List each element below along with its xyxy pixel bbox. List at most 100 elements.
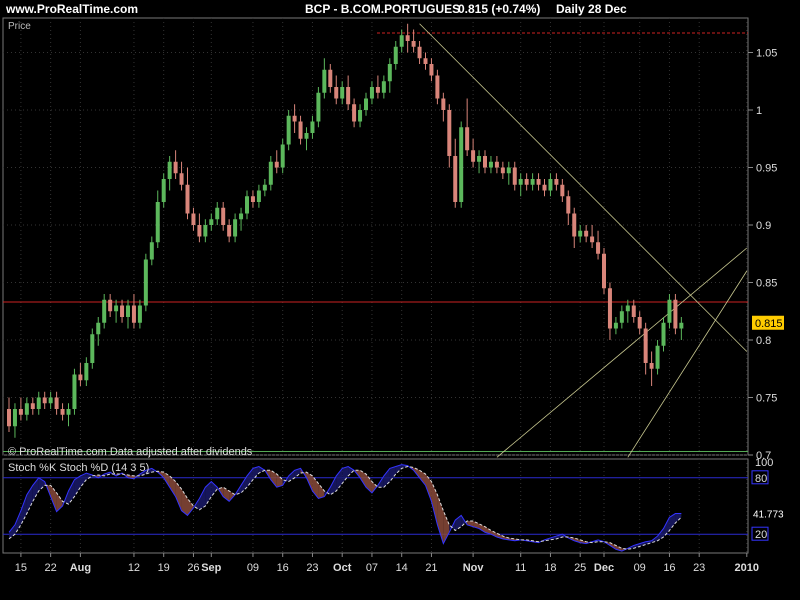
stoch-last-value: 41.773 xyxy=(753,510,784,521)
stoch-tick-label: 100 xyxy=(755,457,773,469)
candle-body xyxy=(334,87,339,99)
candle-body xyxy=(649,363,654,369)
y-tick-label: 0.75 xyxy=(756,393,777,405)
y-tick-label: 0.95 xyxy=(756,163,777,175)
candle-body xyxy=(637,317,642,329)
candle-body xyxy=(625,305,630,312)
x-tick-label: 21 xyxy=(425,562,437,574)
candle-body xyxy=(66,409,71,415)
x-tick-label: Aug xyxy=(70,562,91,574)
candle-body xyxy=(233,219,238,237)
candle-body xyxy=(280,144,285,168)
candle-body xyxy=(250,196,255,202)
x-tick-label: 2010 xyxy=(735,562,759,574)
x-tick-label: 23 xyxy=(306,562,318,574)
candle-body xyxy=(292,115,297,122)
candle-body xyxy=(661,322,666,346)
candle-body xyxy=(137,305,142,323)
candle-body xyxy=(298,121,303,139)
candle-body xyxy=(465,127,470,151)
candle-body xyxy=(173,161,178,174)
candle-body xyxy=(161,179,166,202)
x-tick-label: Sep xyxy=(201,562,221,574)
candle-body xyxy=(417,46,422,59)
candle-body xyxy=(578,230,583,237)
candle-body xyxy=(488,161,493,168)
x-tick-label: 07 xyxy=(366,562,378,574)
candle-body xyxy=(477,156,482,162)
candle-body xyxy=(90,334,95,363)
candle-body xyxy=(483,156,487,168)
x-axis: 15 22 Aug 12 19 26 Sep 09 16 23 Oct 07 14 21 Nov 11 18 25… xyxy=(15,553,759,574)
x-tick-label: 09 xyxy=(247,562,259,574)
y-tick-label: 0.85 xyxy=(756,278,777,290)
candle-body xyxy=(245,196,249,214)
candle-body xyxy=(536,179,541,185)
candle-body xyxy=(560,184,565,197)
candle-body xyxy=(191,213,196,225)
candle-body xyxy=(572,213,577,237)
candle-body xyxy=(542,184,547,191)
candle-body xyxy=(203,225,208,237)
candle-body xyxy=(679,322,684,329)
candle-body xyxy=(352,104,357,122)
chart-canvas[interactable]: 0.70.750.80.850.90.9511.050.815100802041… xyxy=(0,0,800,600)
candle-body xyxy=(471,150,476,162)
candle-body xyxy=(548,179,553,191)
candle-body xyxy=(500,167,505,174)
candle-body xyxy=(143,259,148,306)
x-tick-label: 15 xyxy=(15,562,27,574)
y-tick-label: 0.9 xyxy=(756,220,771,232)
candle-body xyxy=(655,345,660,369)
last-price-label: 0.815 xyxy=(755,318,783,330)
candle-body xyxy=(453,156,458,202)
candle-body xyxy=(256,190,261,202)
candle-body xyxy=(631,305,636,317)
y-axis: 0.70.750.80.850.90.9511.050.815100802041… xyxy=(748,48,784,541)
price-panel-label: Price xyxy=(8,21,31,32)
x-tick-label: 22 xyxy=(45,562,57,574)
x-tick-label: Dec xyxy=(594,562,614,574)
candle-body xyxy=(364,98,368,110)
candle-body xyxy=(155,202,160,243)
x-tick-label: 12 xyxy=(128,562,140,574)
candle-body xyxy=(24,403,29,415)
data-source-note: © ProRealTime.com Data adjusted after di… xyxy=(8,446,253,458)
candle-body xyxy=(18,409,23,415)
candle-body xyxy=(316,92,321,122)
candle-body xyxy=(667,299,672,323)
candle-body xyxy=(167,161,172,179)
candle-body xyxy=(340,87,345,99)
candle-body xyxy=(239,213,244,220)
candle-body xyxy=(221,207,226,225)
stoch-tick-label: 20 xyxy=(755,529,767,541)
candle-body xyxy=(197,225,202,237)
candle-body xyxy=(602,253,606,289)
candle-body xyxy=(7,409,11,427)
candle-body xyxy=(30,403,35,409)
candle-body xyxy=(590,236,595,243)
y-tick-label: 1 xyxy=(756,105,762,117)
candle-body xyxy=(530,179,535,185)
candle-body xyxy=(358,110,363,122)
candle-body xyxy=(304,133,309,139)
candle-body xyxy=(179,173,184,185)
x-tick-label: 18 xyxy=(544,562,556,574)
candle-body xyxy=(441,98,446,110)
x-tick-label: 11 xyxy=(515,562,526,574)
candle-body xyxy=(596,242,601,254)
x-tick-label: 16 xyxy=(277,562,289,574)
y-tick-label: 0.8 xyxy=(756,335,771,347)
candle-body xyxy=(72,374,77,409)
candle-body xyxy=(120,305,125,317)
candle-body xyxy=(286,115,291,145)
candle-body xyxy=(328,69,333,87)
candle-body xyxy=(423,58,428,64)
candle-body xyxy=(114,305,119,312)
candle-body xyxy=(584,230,589,237)
candle-body xyxy=(215,207,220,220)
candle-body xyxy=(42,397,47,404)
candle-body xyxy=(566,196,571,214)
candle-body xyxy=(54,397,59,409)
candle-body xyxy=(518,179,523,185)
